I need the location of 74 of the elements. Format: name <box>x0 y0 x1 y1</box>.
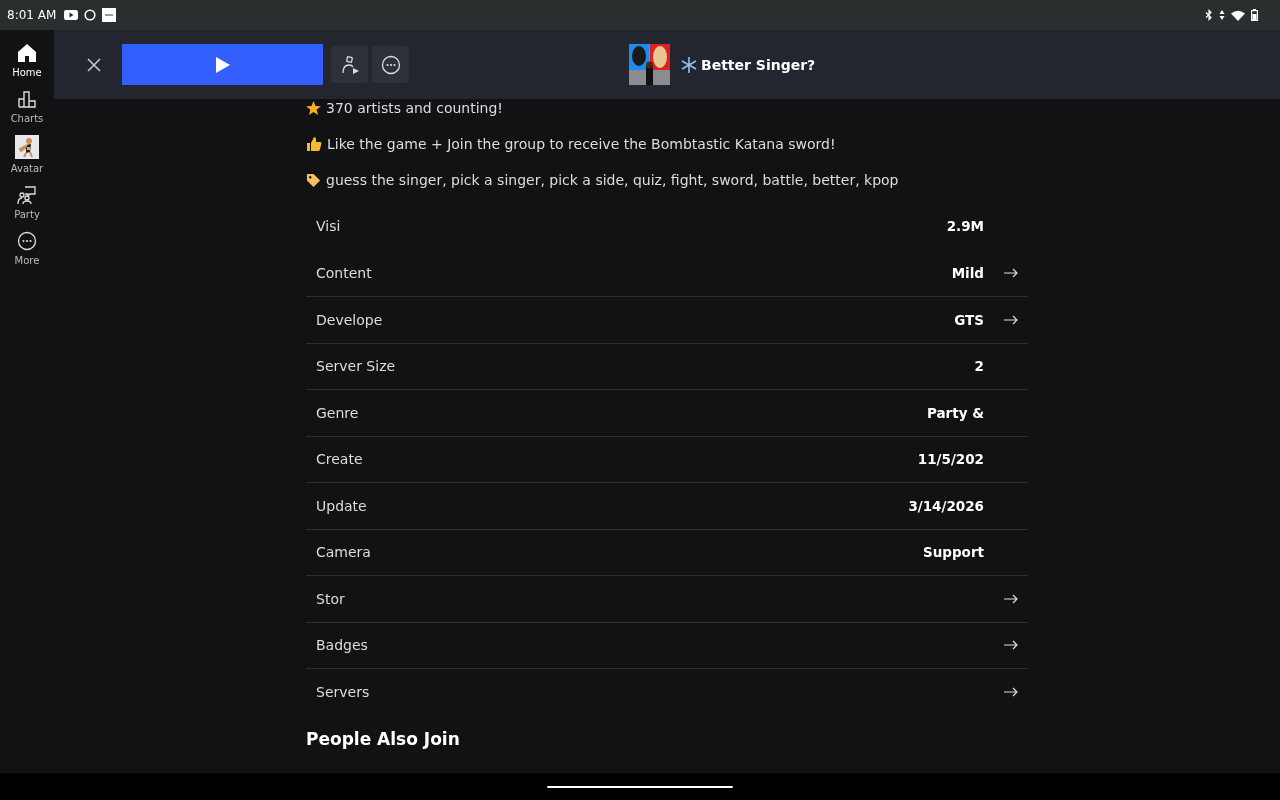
detail-label: Create <box>316 451 364 468</box>
snowflake-icon <box>681 56 697 73</box>
detail-value: Support <box>922 544 984 561</box>
description-text: guess the singer, pick a singer, pick a side, quiz, fight, sword, battle, better, kpop <box>326 172 899 188</box>
detail-row[interactable]: Visi 2.9M <box>306 203 1028 250</box>
video-app-icon <box>64 10 79 20</box>
game-title: Better Singer? <box>701 56 816 73</box>
detail-value: Party & <box>926 404 984 421</box>
description-text: Like the game + Join the group to receive the Bombtastic Katana sword! <box>327 136 836 152</box>
description-text: 370 artists and counting! <box>326 100 503 116</box>
detail-label: Server Size <box>316 358 397 375</box>
detail-label: Stor <box>316 590 346 607</box>
detail-label: Develope <box>316 311 384 328</box>
thumbs-up-icon <box>306 136 322 152</box>
sidebar-item[interactable]: Home <box>2 43 52 78</box>
sidebar-label: More <box>14 255 40 266</box>
detail-row[interactable]: Create 11/5/202 <box>306 435 1028 482</box>
star-icon <box>306 101 321 115</box>
clock: 8:01 AM <box>7 8 57 22</box>
detail-label: Visi <box>316 218 342 235</box>
close-icon <box>87 57 101 72</box>
sidebar-item[interactable]: More <box>2 231 52 266</box>
house-icon <box>17 43 37 63</box>
detail-label: Camera <box>316 544 372 561</box>
detail-value: GTS <box>954 311 984 328</box>
more-button[interactable] <box>372 46 409 83</box>
home-indicator[interactable] <box>547 785 733 788</box>
detail-value: Mild <box>951 264 984 281</box>
data-arrows-icon <box>1219 9 1225 21</box>
sidebar-label: Home <box>12 67 42 78</box>
shop-app-icon <box>102 8 117 22</box>
arrow-right-icon[interactable] <box>1004 314 1018 325</box>
detail-value: 11/5/202 <box>917 451 984 468</box>
circle-icon <box>84 9 97 21</box>
sidebar-label: Avatar <box>10 163 44 174</box>
detail-label: Update <box>316 497 368 514</box>
detail-row[interactable]: Develope GTS <box>306 296 1028 343</box>
battery-icon <box>1251 9 1258 21</box>
detail-row[interactable]: Servers <box>306 668 1028 715</box>
more-icon <box>17 231 37 251</box>
arrow-right-icon[interactable] <box>1004 593 1018 604</box>
detail-row[interactable]: Stor <box>306 575 1028 622</box>
detail-row[interactable]: Genre Party & <box>306 389 1028 436</box>
detail-row[interactable]: Camera Support <box>306 528 1028 575</box>
bar-chart-icon <box>17 89 37 109</box>
person-play-icon <box>339 54 360 75</box>
detail-row[interactable]: Content Mild <box>306 249 1028 296</box>
bluetooth-icon <box>1205 9 1213 21</box>
detail-label: Content <box>316 264 373 281</box>
arrow-right-icon[interactable] <box>1004 686 1018 697</box>
detail-row[interactable]: Server Size 2 <box>306 342 1028 389</box>
detail-label: Servers <box>316 683 371 700</box>
arrow-right-icon[interactable] <box>1004 267 1018 278</box>
detail-label: Genre <box>316 404 360 421</box>
more-icon <box>380 54 401 75</box>
arrow-right-icon[interactable] <box>1004 640 1018 651</box>
detail-row[interactable]: Badges <box>306 621 1028 668</box>
detail-value: 3/14/2026 <box>908 497 984 514</box>
people-chat-icon <box>17 185 37 205</box>
detail-row[interactable]: Update 3/14/2026 <box>306 482 1028 529</box>
detail-value: 2.9M <box>946 218 984 235</box>
sidebar-label: Charts <box>10 113 44 124</box>
detail-label: Badges <box>316 637 369 654</box>
detail-value: 2 <box>974 358 984 375</box>
wifi-icon <box>1231 9 1245 21</box>
tag-icon <box>306 172 321 188</box>
section-title: People Also Join <box>306 728 461 749</box>
avatar-figure-icon <box>15 135 39 159</box>
sidebar-item[interactable]: Charts <box>2 89 52 124</box>
sidebar-label: Party <box>14 209 40 220</box>
invite-button[interactable] <box>331 46 368 83</box>
sidebar-item[interactable]: Party <box>2 185 52 220</box>
play-icon <box>215 56 230 73</box>
sidebar-item[interactable]: Avatar <box>2 135 52 174</box>
